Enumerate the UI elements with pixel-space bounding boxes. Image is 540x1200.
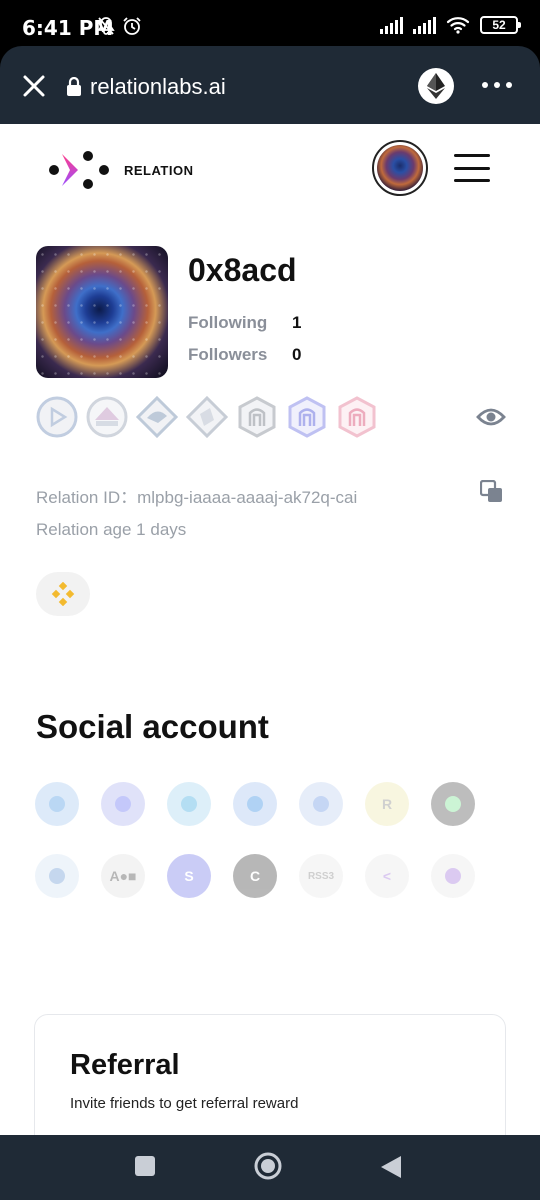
battery-icon: 52: [480, 16, 521, 34]
eye-icon[interactable]: [476, 406, 506, 428]
eye-app-icon[interactable]: [431, 782, 475, 826]
back-icon[interactable]: [380, 1155, 402, 1179]
web-page: RELATION 0x8acd Following 1 Followers 0: [0, 124, 540, 1135]
arch-violet-badge-icon[interactable]: [286, 396, 328, 438]
relation-age: Relation age 1 days: [36, 520, 187, 539]
social-icon-glyph: RSS3: [307, 870, 335, 882]
logo-text: RELATION: [124, 162, 194, 178]
lock-icon: [67, 77, 81, 96]
close-icon[interactable]: [20, 72, 48, 100]
opensea-icon[interactable]: [233, 782, 277, 826]
social-icon-glyph: <: [382, 868, 392, 884]
browser-toolbar: relationlabs.ai: [0, 46, 540, 124]
social-icon-glyph: S: [184, 868, 194, 884]
diamond-badge-icon[interactable]: [186, 396, 228, 438]
recent-apps-icon[interactable]: [134, 1155, 156, 1177]
signal-icon: [413, 16, 436, 34]
arch-pink-badge-icon[interactable]: [336, 396, 378, 438]
aoe-icon[interactable]: A●■: [101, 854, 145, 898]
profile-avatar: [36, 246, 168, 378]
dome-badge-icon[interactable]: [86, 396, 128, 438]
galxe-icon[interactable]: <: [365, 854, 409, 898]
s-app-icon[interactable]: S: [167, 854, 211, 898]
hamburger-menu-icon[interactable]: [454, 154, 490, 182]
rabbithole-icon[interactable]: R: [365, 782, 409, 826]
system-navigation-bar: [0, 1135, 540, 1200]
referral-title: Referral: [70, 1049, 180, 1081]
binance-icon: [51, 582, 75, 606]
wifi-icon: [446, 17, 470, 34]
social-icon-glyph: R: [381, 796, 393, 812]
play-badge-icon[interactable]: [36, 396, 78, 438]
rss3-icon[interactable]: RSS3: [299, 854, 343, 898]
status-bar: 6:41 PM 52: [0, 0, 540, 50]
followers-label: Followers: [188, 345, 268, 364]
signal-icon: [380, 16, 403, 34]
followers-count: 0: [292, 345, 302, 364]
ethereum-icon: [427, 73, 445, 99]
status-system-icons: 52: [380, 16, 521, 34]
circle-app-icon[interactable]: [35, 854, 79, 898]
alarm-icon: [123, 17, 141, 35]
badge-list: [36, 396, 378, 438]
relation-id: Relation ID：mlpbg-iaaaa-aaaaj-ak72q-cai: [36, 488, 358, 507]
chain-selector[interactable]: [36, 572, 90, 616]
arch-badge-icon[interactable]: [236, 396, 278, 438]
followers-stat[interactable]: Followers 0: [188, 345, 301, 365]
mirror-icon[interactable]: [299, 782, 343, 826]
twitter-icon[interactable]: [35, 782, 79, 826]
discord-icon[interactable]: [101, 782, 145, 826]
social-account-title: Social account: [36, 708, 269, 745]
following-stat[interactable]: Following 1: [188, 313, 301, 333]
social-account-grid: R A●■ S C RSS3 <: [35, 782, 475, 898]
social-icon-glyph: A●■: [109, 868, 137, 884]
relation-logo[interactable]: RELATION: [48, 150, 193, 190]
referral-card: Referral Invite friends to get referral …: [34, 1014, 506, 1135]
cap-badge-icon[interactable]: [136, 396, 178, 438]
copy-icon[interactable]: [480, 480, 504, 504]
telegram-icon[interactable]: [167, 782, 211, 826]
referral-subtitle: Invite friends to get referral reward: [70, 1095, 299, 1112]
following-count: 1: [292, 313, 302, 332]
home-icon[interactable]: [254, 1152, 282, 1180]
url-text: relationlabs.ai: [90, 74, 226, 99]
following-label: Following: [188, 313, 268, 332]
status-notification-icons: [96, 16, 142, 36]
relation-logo-icon: [49, 151, 109, 189]
social-icon-glyph: C: [249, 868, 261, 884]
profile-name: 0x8acd: [188, 252, 297, 288]
more-options-icon[interactable]: [482, 82, 512, 88]
layer-app-icon[interactable]: [431, 854, 475, 898]
user-avatar-button[interactable]: [372, 140, 428, 196]
muted-bell-icon: [97, 17, 115, 35]
ethereum-wallet-button[interactable]: [418, 68, 454, 104]
c-app-icon[interactable]: C: [233, 854, 277, 898]
address-bar[interactable]: relationlabs.ai: [66, 74, 226, 100]
